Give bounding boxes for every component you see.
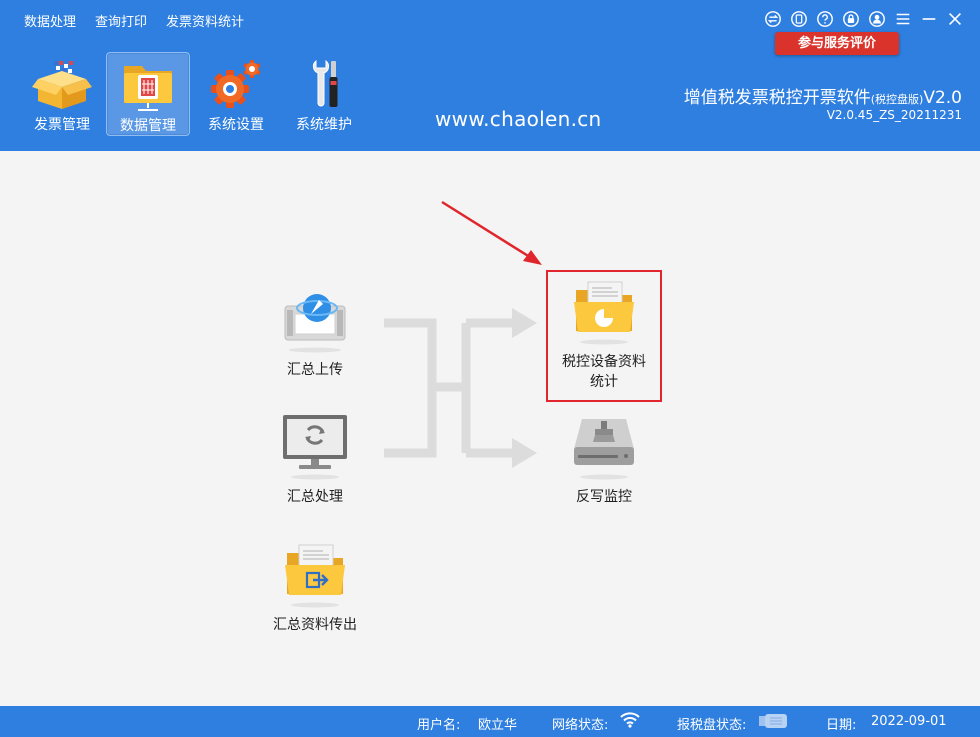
monitor-refresh-icon bbox=[283, 415, 347, 480]
lock-icon[interactable] bbox=[841, 9, 860, 28]
tile-summary-upload-label: 汇总上传 bbox=[287, 362, 343, 378]
app-build-version: V2.0.45_ZS_20211231 bbox=[826, 108, 962, 122]
disk-drive-broom-icon bbox=[574, 419, 634, 480]
usb-disk-icon bbox=[759, 713, 789, 733]
highlight-box bbox=[546, 270, 662, 402]
status-date-value: 2022-09-01 bbox=[871, 714, 947, 729]
tile-summary-process-label: 汇总处理 bbox=[287, 489, 343, 505]
nav-system-settings-label: 系统设置 bbox=[208, 117, 264, 133]
minimize-icon[interactable] bbox=[919, 9, 938, 28]
nav-invoice-management-label: 发票管理 bbox=[34, 117, 90, 133]
status-bar: 用户名: 欧立华 网络状态: 报税盘状态: 日期: 2022-09-01 bbox=[0, 706, 980, 737]
nav-system-maintenance-label: 系统维护 bbox=[296, 117, 352, 133]
phone-icon[interactable] bbox=[789, 9, 808, 28]
nav-system-settings[interactable]: 系统设置 bbox=[194, 52, 278, 136]
status-user-value: 欧立华 bbox=[478, 718, 518, 733]
invoice-box-icon bbox=[32, 61, 92, 109]
menu-invoice-stats[interactable]: 发票资料统计 bbox=[166, 11, 244, 30]
service-evaluation-button[interactable]: 参与服务评价 bbox=[775, 32, 899, 55]
nav-invoice-management[interactable]: 发票管理 bbox=[20, 52, 104, 136]
tile-writeback-monitor[interactable]: 反写监控 bbox=[546, 413, 662, 507]
status-date-label: 日期: bbox=[826, 718, 857, 733]
app-title-main: 增值税发票税控开票软件 bbox=[683, 88, 871, 108]
menu-data-process[interactable]: 数据处理 bbox=[24, 11, 76, 30]
wifi-icon bbox=[620, 712, 640, 732]
user-icon[interactable] bbox=[867, 9, 886, 28]
window-controls bbox=[763, 9, 964, 28]
app-title-version: V2.0 bbox=[923, 88, 962, 108]
website-url: www.chaolen.cn bbox=[435, 107, 602, 131]
help-icon[interactable] bbox=[815, 9, 834, 28]
menu-query-print[interactable]: 查询打印 bbox=[95, 11, 147, 30]
title-bar: 数据处理 查询打印 发票资料统计 参与服务评价 发票管理 数据管理 系统设置 系… bbox=[0, 0, 980, 151]
tile-writeback-monitor-label: 反写监控 bbox=[576, 489, 632, 505]
nav-data-management-label: 数据管理 bbox=[120, 118, 176, 134]
flow-connectors bbox=[384, 200, 542, 468]
tile-summary-process[interactable]: 汇总处理 bbox=[257, 413, 373, 507]
tile-summary-upload[interactable]: 汇总上传 bbox=[257, 286, 373, 380]
upload-printer-icon bbox=[284, 294, 346, 353]
data-folder-icon bbox=[124, 66, 172, 111]
main-content: 汇总上传 汇总处理 汇总资料传出 税控设备资料 统计 反写监控 bbox=[0, 151, 980, 706]
nav-data-management[interactable]: 数据管理 bbox=[106, 52, 190, 136]
folder-export-icon bbox=[285, 544, 345, 608]
status-user-label: 用户名: bbox=[417, 718, 461, 733]
close-icon[interactable] bbox=[945, 9, 964, 28]
gear-icon bbox=[211, 60, 261, 108]
app-title: 增值税发票税控开票软件(税控盘版)V2.0 bbox=[684, 83, 962, 108]
status-network-label: 网络状态: bbox=[552, 718, 609, 733]
status-disk-label: 报税盘状态: bbox=[677, 718, 747, 733]
exchange-icon[interactable] bbox=[763, 9, 782, 28]
top-menu: 数据处理 查询打印 发票资料统计 bbox=[24, 11, 244, 30]
tile-summary-export-label: 汇总资料传出 bbox=[273, 617, 357, 633]
tools-icon bbox=[312, 59, 338, 107]
menu-icon[interactable] bbox=[893, 9, 912, 28]
nav-system-maintenance[interactable]: 系统维护 bbox=[282, 52, 366, 136]
app-title-edition: (税控盘版) bbox=[870, 93, 924, 106]
tile-summary-export[interactable]: 汇总资料传出 bbox=[257, 541, 373, 635]
